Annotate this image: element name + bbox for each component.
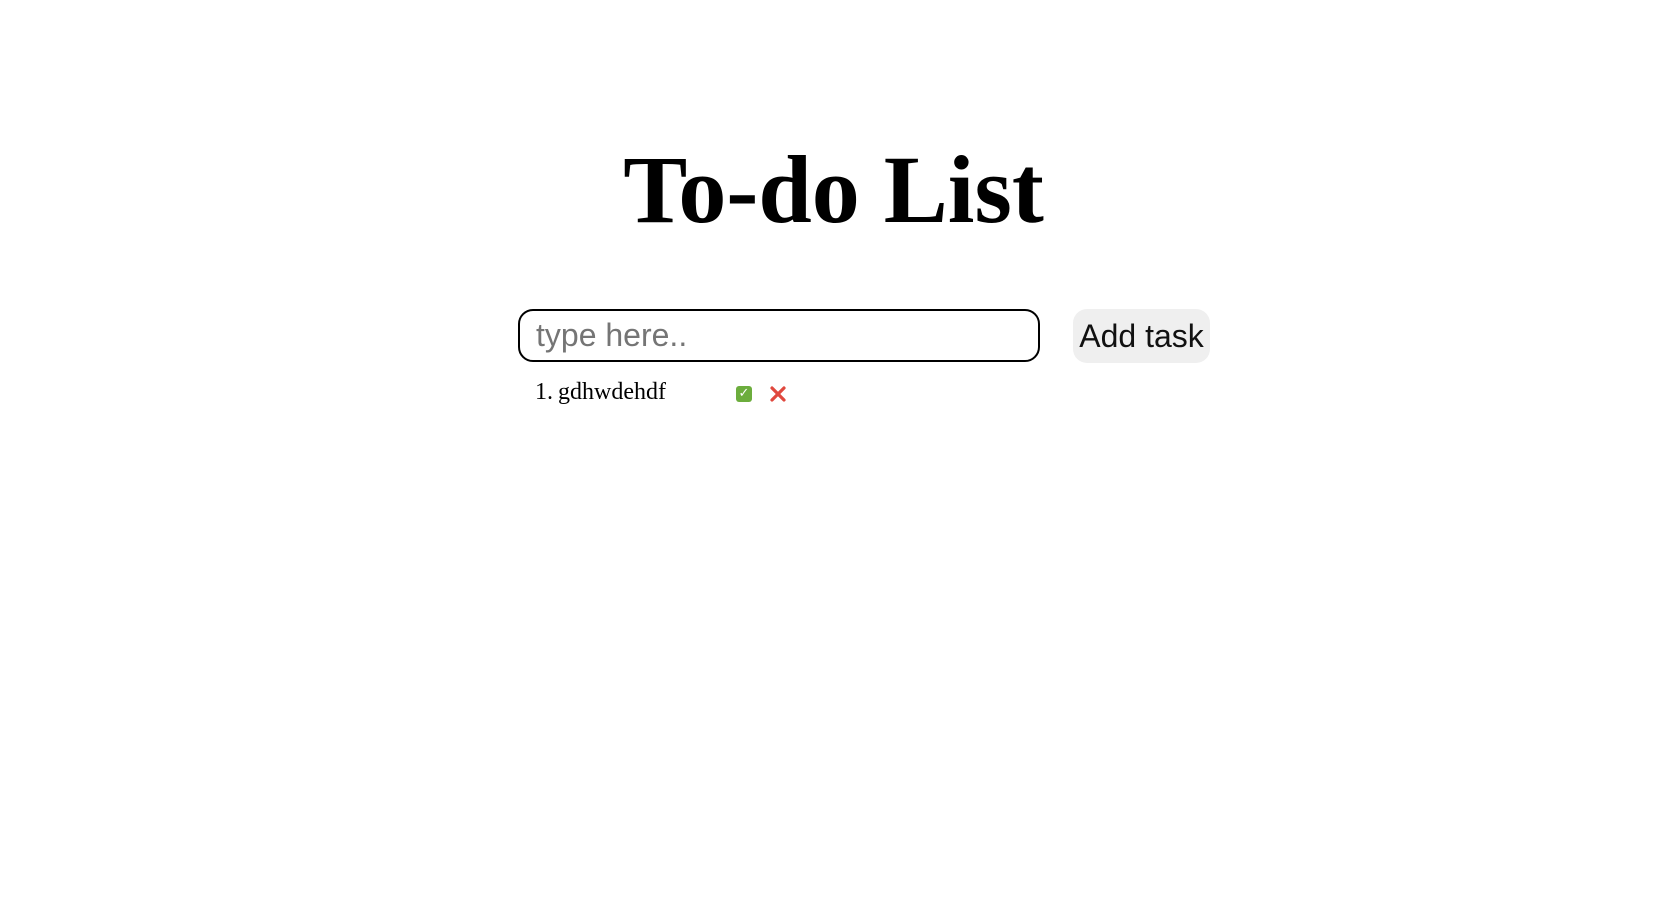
list-item: 1. gdhwdehdf ✓	[535, 376, 788, 408]
add-task-button[interactable]: Add task	[1073, 309, 1210, 363]
page-title: To-do List	[623, 136, 1044, 243]
task-input[interactable]	[518, 309, 1040, 362]
task-text: gdhwdehdf	[558, 378, 666, 405]
cross-icon[interactable]	[768, 384, 788, 404]
task-number: 1.	[535, 378, 553, 405]
check-mark-icon[interactable]: ✓	[736, 386, 752, 402]
task-list: 1. gdhwdehdf ✓	[535, 376, 788, 408]
cross-icon-graphic	[770, 386, 786, 402]
